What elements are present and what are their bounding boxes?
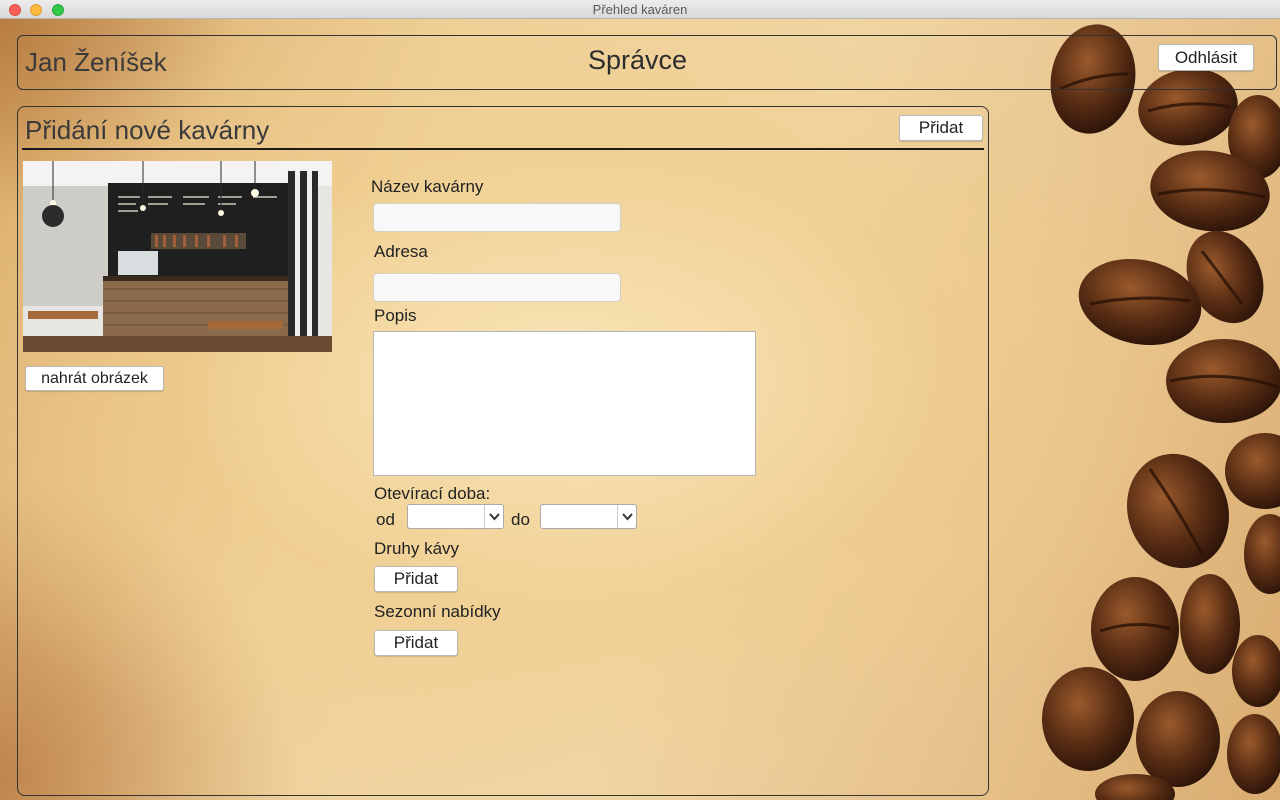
coffee-beans-image [1042,24,1280,800]
add-cafe-button[interactable]: Přidat [899,115,983,141]
add-cafe-panel: Přidání nové kavárny Přidat nahrát obráz… [17,106,989,796]
coffee-types-label: Druhy kávy [374,539,460,558]
opening-to-select[interactable] [540,504,637,529]
upload-image-button[interactable]: nahrát obrázek [25,366,164,391]
add-seasonal-offer-button[interactable]: Přidat [374,630,458,656]
page-title: Přidání nové kavárny [25,115,270,145]
opening-from-select[interactable] [407,504,504,529]
opening-hours-label: Otevírací doba: [374,484,491,503]
cafe-name-label: Název kavárny [371,177,484,196]
header-panel: Jan Ženíšek Správce Odhlásit [17,35,1277,90]
address-label: Adresa [374,242,428,261]
role-title: Správce [588,45,688,75]
address-input[interactable] [373,273,621,302]
from-label: od [376,510,395,529]
description-textarea[interactable] [373,331,756,476]
cafe-interior-photo [23,161,332,352]
title-divider [22,148,984,150]
window-titlebar: Přehled kaváren [0,0,1280,19]
cafe-name-input[interactable] [373,203,621,232]
logout-button[interactable]: Odhlásit [1158,44,1254,71]
seasonal-offers-label: Sezonní nabídky [374,602,501,621]
add-coffee-type-button[interactable]: Přidat [374,566,458,592]
to-label: do [511,510,530,529]
chevron-down-icon [484,505,503,528]
description-label: Popis [374,306,417,325]
chevron-down-icon [617,505,636,528]
window-title: Přehled kaváren [592,2,688,17]
user-name: Jan Ženíšek [25,47,167,77]
